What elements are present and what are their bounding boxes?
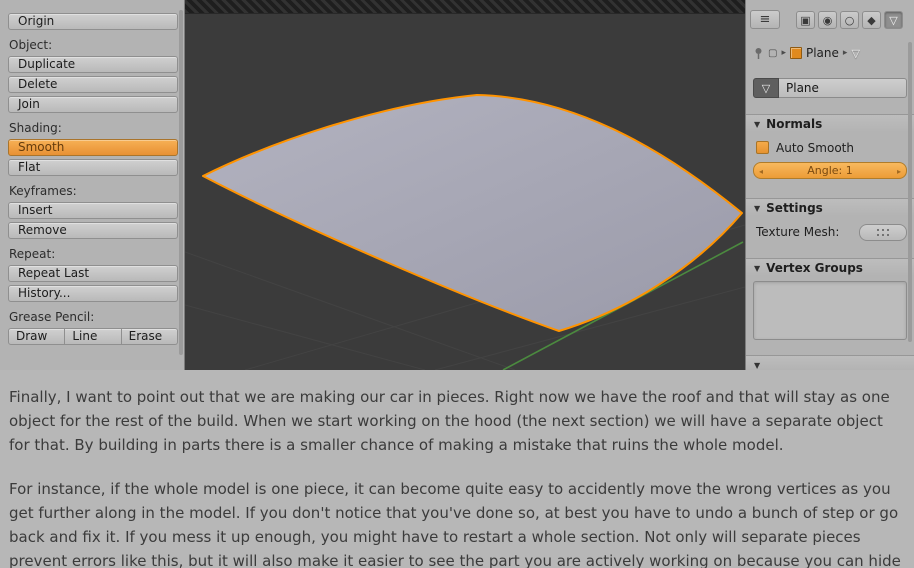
collapse-triangle-icon: ▼: [754, 120, 761, 129]
grease-erase-button[interactable]: Erase: [121, 328, 178, 345]
texture-mesh-label: Texture Mesh:: [756, 225, 840, 239]
join-button[interactable]: Join: [8, 96, 178, 113]
duplicate-button[interactable]: Duplicate: [8, 56, 178, 73]
scene-icon[interactable]: ▢: [768, 48, 777, 59]
insert-keyframe-button[interactable]: Insert: [8, 202, 178, 219]
collapse-triangle-icon: ▼: [754, 204, 761, 213]
auto-smooth-checkbox[interactable]: [756, 141, 769, 154]
article-text: Finally, I want to point out that we are…: [0, 370, 914, 568]
angle-value: Angle: 1: [807, 164, 853, 177]
vertex-groups-header-label: Vertex Groups: [766, 261, 863, 275]
delete-button[interactable]: Delete: [8, 76, 178, 93]
vertex-groups-panel-header[interactable]: ▼ Vertex Groups: [746, 258, 914, 276]
tab-world-icon[interactable]: ○: [840, 11, 859, 29]
object-cube-icon: [789, 47, 802, 59]
breadcrumb-object-name[interactable]: Plane: [806, 46, 839, 60]
mesh-name-row: ▽ Plane: [753, 78, 907, 98]
origin-button[interactable]: Origin: [8, 13, 178, 30]
auto-smooth-label: Auto Smooth: [776, 140, 854, 155]
grease-draw-button[interactable]: Draw: [8, 328, 66, 345]
tool-shelf: Origin Object: Duplicate Delete Join Sha…: [0, 0, 185, 370]
smooth-button[interactable]: Smooth: [8, 139, 178, 156]
paragraph-1: Finally, I want to point out that we are…: [9, 388, 890, 454]
auto-smooth-angle-slider[interactable]: ◂ Angle: 1 ▸: [753, 162, 907, 179]
normals-panel-header[interactable]: ▼ Normals: [746, 114, 914, 132]
slider-left-arrow-icon: ◂: [759, 167, 764, 176]
viewport-header-strip[interactable]: [185, 0, 745, 14]
tab-render-icon[interactable]: ▣: [796, 11, 815, 29]
remove-keyframe-button[interactable]: Remove: [8, 222, 178, 239]
repeat-last-button[interactable]: Repeat Last: [8, 265, 178, 282]
texture-mesh-row: Texture Mesh:: [756, 223, 907, 241]
mesh-data-icon[interactable]: ▽: [851, 47, 859, 60]
settings-header-label: Settings: [766, 201, 823, 215]
partial-panel-header[interactable]: ▼: [746, 355, 914, 370]
paragraph-2: For instance, if the whole model is one …: [9, 480, 901, 568]
viewport-canvas: [185, 94, 745, 370]
roof-mesh-object[interactable]: [202, 94, 743, 332]
properties-panel: ≡ ▣ ◉ ○ ◆ ▽ ▢ ▸ Plane ▸ ▽ ▽ Plane ▼ Norm…: [745, 0, 914, 370]
mesh-dots-icon: [877, 228, 889, 236]
editor-type-button[interactable]: ≡: [750, 10, 780, 29]
tab-object-data-icon[interactable]: ▽: [884, 11, 903, 29]
breadcrumb-arrow-icon: ▸: [781, 48, 786, 58]
grease-pencil-section-label: Grease Pencil:: [9, 310, 95, 324]
page: Origin Object: Duplicate Delete Join Sha…: [0, 0, 914, 568]
texture-mesh-field[interactable]: [859, 223, 907, 241]
properties-scrollbar[interactable]: [908, 42, 912, 342]
tab-object-icon[interactable]: ◆: [862, 11, 881, 29]
grease-line-button[interactable]: Line: [65, 328, 122, 345]
auto-smooth-row: Auto Smooth: [756, 140, 854, 155]
settings-panel-header[interactable]: ▼ Settings: [746, 198, 914, 216]
breadcrumb: ▢ ▸ Plane ▸ ▽: [753, 45, 910, 61]
flat-button[interactable]: Flat: [8, 159, 178, 176]
normals-header-label: Normals: [766, 117, 823, 131]
collapse-triangle-icon: ▼: [754, 361, 761, 370]
slider-right-arrow-icon: ▸: [896, 167, 901, 176]
keyframes-section-label: Keyframes:: [9, 184, 77, 198]
repeat-section-label: Repeat:: [9, 247, 56, 261]
pin-icon[interactable]: [753, 47, 764, 60]
tab-scene-icon[interactable]: ◉: [818, 11, 837, 29]
grease-pencil-row: Draw Line Erase: [8, 328, 178, 345]
shading-section-label: Shading:: [9, 121, 62, 135]
blender-window: Origin Object: Duplicate Delete Join Sha…: [0, 0, 914, 370]
tool-shelf-scrollbar[interactable]: [179, 10, 183, 355]
object-section-label: Object:: [9, 38, 53, 52]
properties-editor-icon: ≡: [759, 12, 771, 27]
history-button[interactable]: History...: [8, 285, 178, 302]
vertex-groups-list[interactable]: [753, 281, 907, 340]
mesh-datablock-icon: ▽: [753, 78, 779, 98]
mesh-name-field[interactable]: Plane: [779, 78, 907, 98]
breadcrumb-arrow-icon: ▸: [842, 48, 848, 58]
collapse-triangle-icon: ▼: [754, 264, 761, 273]
viewport-3d[interactable]: [185, 0, 745, 370]
